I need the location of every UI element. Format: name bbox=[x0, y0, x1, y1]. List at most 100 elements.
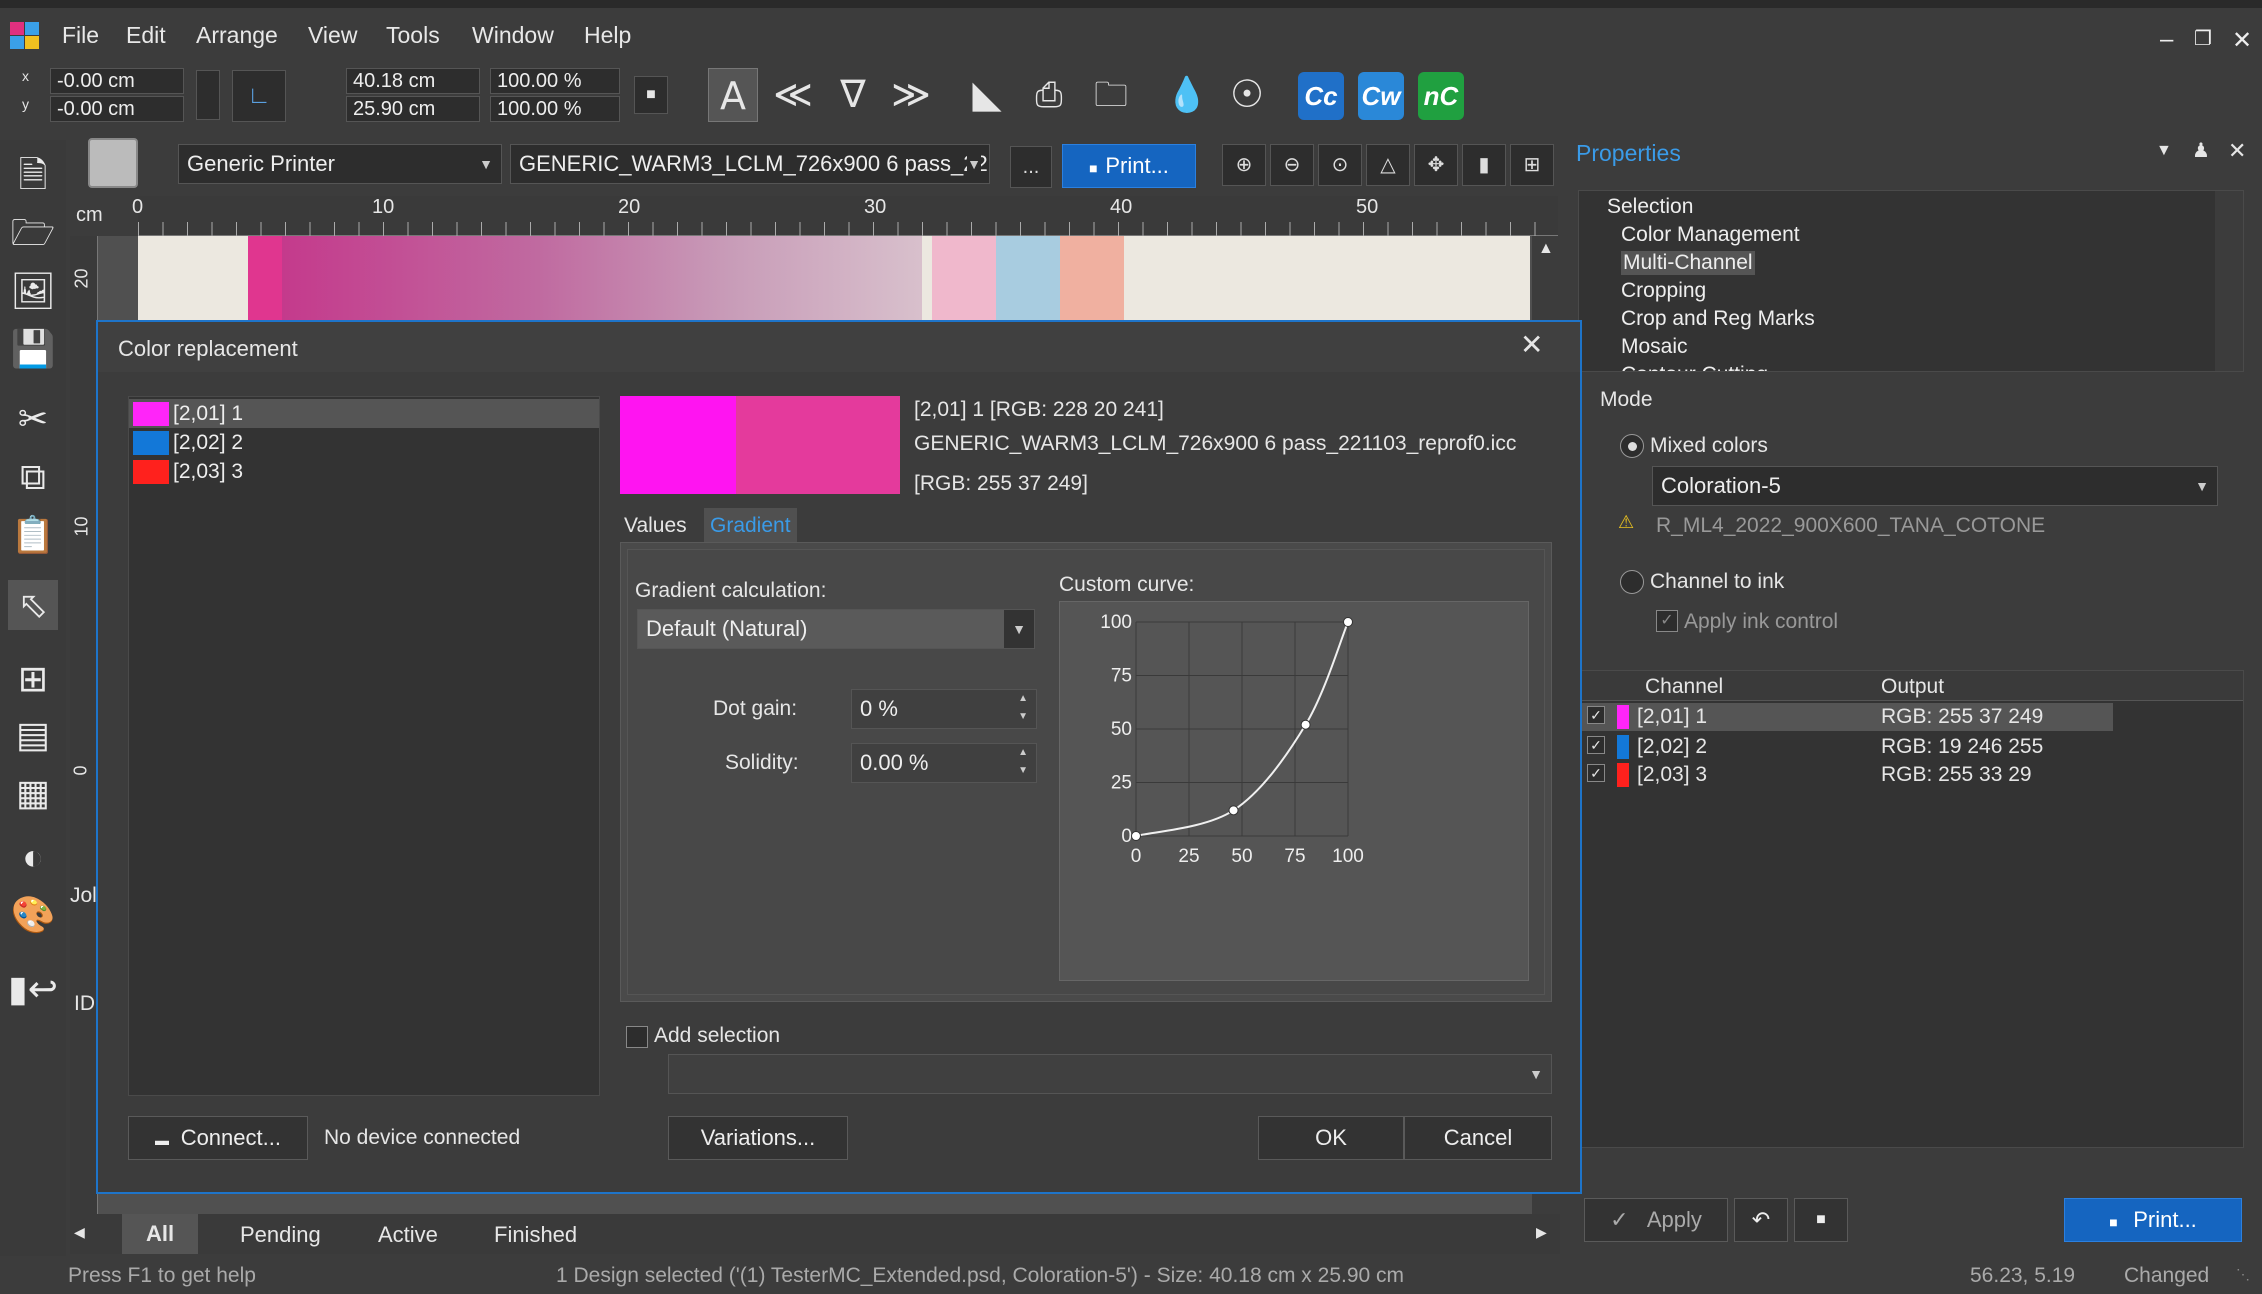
paste-icon[interactable]: 📋 bbox=[8, 510, 58, 560]
color-correction-icon[interactable]: Cc bbox=[1298, 72, 1344, 120]
save-icon[interactable]: 💾 bbox=[8, 324, 58, 374]
tab-active[interactable]: Active bbox=[378, 1222, 438, 1248]
row-checkbox[interactable]: ✓ bbox=[1587, 764, 1605, 782]
origin-icon[interactable]: ∟ bbox=[232, 70, 286, 122]
tab-gradient[interactable]: Gradient bbox=[704, 508, 797, 542]
apply-button[interactable]: ✓ Apply bbox=[1584, 1198, 1728, 1242]
scroll-up-icon[interactable]: ▲ bbox=[1538, 240, 1554, 258]
scale-height-input[interactable]: 100.00 % bbox=[490, 96, 620, 122]
crop-icon[interactable]: ⊞ bbox=[8, 654, 58, 704]
link-xy-icon[interactable] bbox=[196, 70, 220, 120]
connect-button[interactable]: ▬ Connect... bbox=[128, 1116, 308, 1160]
tab-values[interactable]: Values bbox=[620, 508, 691, 542]
target-icon[interactable]: ☉ bbox=[1222, 68, 1272, 122]
zoom-in-icon[interactable]: ⊕ bbox=[1222, 144, 1266, 186]
new-document-icon[interactable]: 🗎 bbox=[8, 150, 58, 200]
table-row[interactable]: ✓ [2,01] 1 RGB: 255 37 249 bbox=[1579, 703, 2113, 731]
height-input[interactable]: 25.90 cm bbox=[346, 96, 480, 122]
list-item[interactable]: [2,03] 3 bbox=[129, 457, 599, 486]
gradient-calc-select[interactable]: Default (Natural) ▼ bbox=[637, 609, 1035, 649]
curve-control-point[interactable] bbox=[1228, 805, 1239, 816]
menu-view[interactable]: View bbox=[308, 22, 357, 49]
tree-item-crop-reg-marks[interactable]: Crop and Reg Marks bbox=[1621, 307, 1815, 331]
curve-control-point[interactable] bbox=[1131, 831, 1141, 841]
cut-icon[interactable]: ✂ bbox=[8, 394, 58, 444]
align-left-icon[interactable]: ≪ bbox=[768, 68, 818, 122]
tree-item-color-management[interactable]: Color Management bbox=[1621, 223, 1800, 247]
contrast-icon[interactable]: ◐ bbox=[8, 832, 58, 882]
zoom-page-icon[interactable]: ✥ bbox=[1414, 144, 1458, 186]
more-options-button[interactable]: ... bbox=[1010, 146, 1052, 188]
mixed-colors-radio[interactable] bbox=[1620, 434, 1644, 458]
apply-ink-control-checkbox[interactable]: ✓ bbox=[1656, 610, 1678, 632]
stepper-icon[interactable]: ▲ ▼ bbox=[1018, 744, 1028, 780]
scroll-right-icon[interactable]: ▶ bbox=[1536, 1224, 1547, 1241]
minimize-icon[interactable]: – bbox=[2160, 26, 2173, 54]
menu-tools[interactable]: Tools bbox=[386, 22, 440, 49]
stepper-icon[interactable]: ▲ ▼ bbox=[1018, 690, 1028, 726]
tab-pending[interactable]: Pending bbox=[240, 1222, 321, 1248]
printer-select[interactable]: Generic Printer ▼ bbox=[178, 144, 502, 184]
menu-help[interactable]: Help bbox=[584, 22, 631, 49]
restore-icon[interactable]: ❐ bbox=[2194, 26, 2212, 51]
columns-icon[interactable]: ▤ bbox=[8, 710, 58, 760]
list-item[interactable]: [2,02] 2 bbox=[129, 428, 599, 457]
text-tool-icon[interactable]: A bbox=[708, 68, 758, 122]
cancel-button[interactable]: Cancel bbox=[1404, 1116, 1552, 1160]
dialog-close-icon[interactable]: ✕ bbox=[1520, 328, 1543, 361]
tree-item-contour-cutting[interactable]: Contour Cutting bbox=[1621, 363, 1768, 371]
close-panel-icon[interactable]: ✕ bbox=[2228, 138, 2246, 164]
align-right-icon[interactable]: ≫ bbox=[886, 68, 936, 122]
solidity-input[interactable]: 0.00 % ▲ ▼ bbox=[851, 743, 1037, 783]
x-position-input[interactable]: -0.00 cm bbox=[50, 68, 184, 94]
design-image[interactable] bbox=[138, 236, 1530, 320]
curve-control-point[interactable] bbox=[1300, 719, 1311, 730]
grid-icon[interactable]: ▦ bbox=[8, 768, 58, 818]
tree-item-multi-channel[interactable]: Multi-Channel bbox=[1621, 251, 1755, 275]
open-folder-icon[interactable]: 🗁 bbox=[8, 208, 58, 258]
curve-chart[interactable]: 0 25 50 75 100 100 75 50 25 0 bbox=[1060, 602, 1528, 980]
undo-button[interactable]: ↶ bbox=[1734, 1198, 1788, 1242]
color-wizard-icon[interactable]: Cw bbox=[1358, 72, 1404, 120]
tree-item-cropping[interactable]: Cropping bbox=[1621, 279, 1706, 303]
add-selection-checkbox[interactable] bbox=[626, 1026, 648, 1048]
menu-edit[interactable]: Edit bbox=[126, 22, 166, 49]
close-window-icon[interactable]: ✕ bbox=[2232, 26, 2252, 55]
y-position-input[interactable]: -0.00 cm bbox=[50, 96, 184, 122]
table-row[interactable]: ✓ [2,02] 2 RGB: 19 246 255 bbox=[1579, 733, 2113, 761]
coloration-select[interactable]: Coloration-5 ▼ bbox=[1652, 466, 2218, 506]
copy-icon[interactable]: ⧉ bbox=[8, 452, 58, 502]
ink-drop-icon[interactable]: 💧 bbox=[1162, 68, 1212, 122]
add-image-icon[interactable]: 🖼 bbox=[8, 266, 58, 316]
table-row[interactable]: ✓ [2,03] 3 RGB: 255 33 29 bbox=[1579, 761, 2113, 789]
menu-file[interactable]: File bbox=[62, 22, 99, 49]
view-grid-icon[interactable]: ⊞ bbox=[1510, 144, 1554, 186]
pointer-icon[interactable]: ⬁ bbox=[8, 580, 58, 630]
ok-button[interactable]: OK bbox=[1258, 1116, 1404, 1160]
printer-settings-icon[interactable]: ⎙ bbox=[1024, 68, 1074, 122]
row-checkbox[interactable]: ✓ bbox=[1587, 706, 1605, 724]
row-checkbox[interactable]: ✓ bbox=[1587, 736, 1605, 754]
scale-width-input[interactable]: 100.00 % bbox=[490, 68, 620, 94]
palette-icon[interactable]: 🎨 bbox=[8, 890, 58, 940]
resize-grip-icon[interactable]: ⋱ bbox=[2236, 1266, 2250, 1283]
curve-control-point[interactable] bbox=[1343, 617, 1353, 627]
width-input[interactable]: 40.18 cm bbox=[346, 68, 480, 94]
print-button-bottom[interactable]: ■ Print... bbox=[2064, 1198, 2242, 1242]
save-preset-button[interactable]: ■ bbox=[1794, 1198, 1848, 1242]
menu-arrange[interactable]: Arrange bbox=[196, 22, 278, 49]
dot-gain-input[interactable]: 0 % ▲ ▼ bbox=[851, 689, 1037, 729]
zoom-selection-icon[interactable]: △ bbox=[1366, 144, 1410, 186]
profile-select[interactable]: GENERIC_WARM3_LCLM_726x900 6 pass_2211( … bbox=[510, 144, 990, 184]
folder-settings-icon[interactable]: 🗀 bbox=[1086, 68, 1136, 122]
curve-chart-frame[interactable]: 0 25 50 75 100 100 75 50 25 0 bbox=[1059, 601, 1529, 981]
zoom-out-icon[interactable]: ⊖ bbox=[1270, 144, 1314, 186]
collapse-panel-icon[interactable]: ▮↩ bbox=[8, 964, 58, 1014]
variations-button[interactable]: Variations... bbox=[668, 1116, 848, 1160]
panel-menu-icon[interactable]: ▼ bbox=[2156, 142, 2172, 160]
align-bottom-icon[interactable]: ∇ bbox=[828, 68, 878, 122]
mirror-icon[interactable]: ◣ bbox=[962, 68, 1012, 122]
view-split-icon[interactable]: ▮ bbox=[1462, 144, 1506, 186]
tree-scrollbar[interactable] bbox=[2215, 191, 2243, 371]
tree-item-mosaic[interactable]: Mosaic bbox=[1621, 335, 1688, 359]
